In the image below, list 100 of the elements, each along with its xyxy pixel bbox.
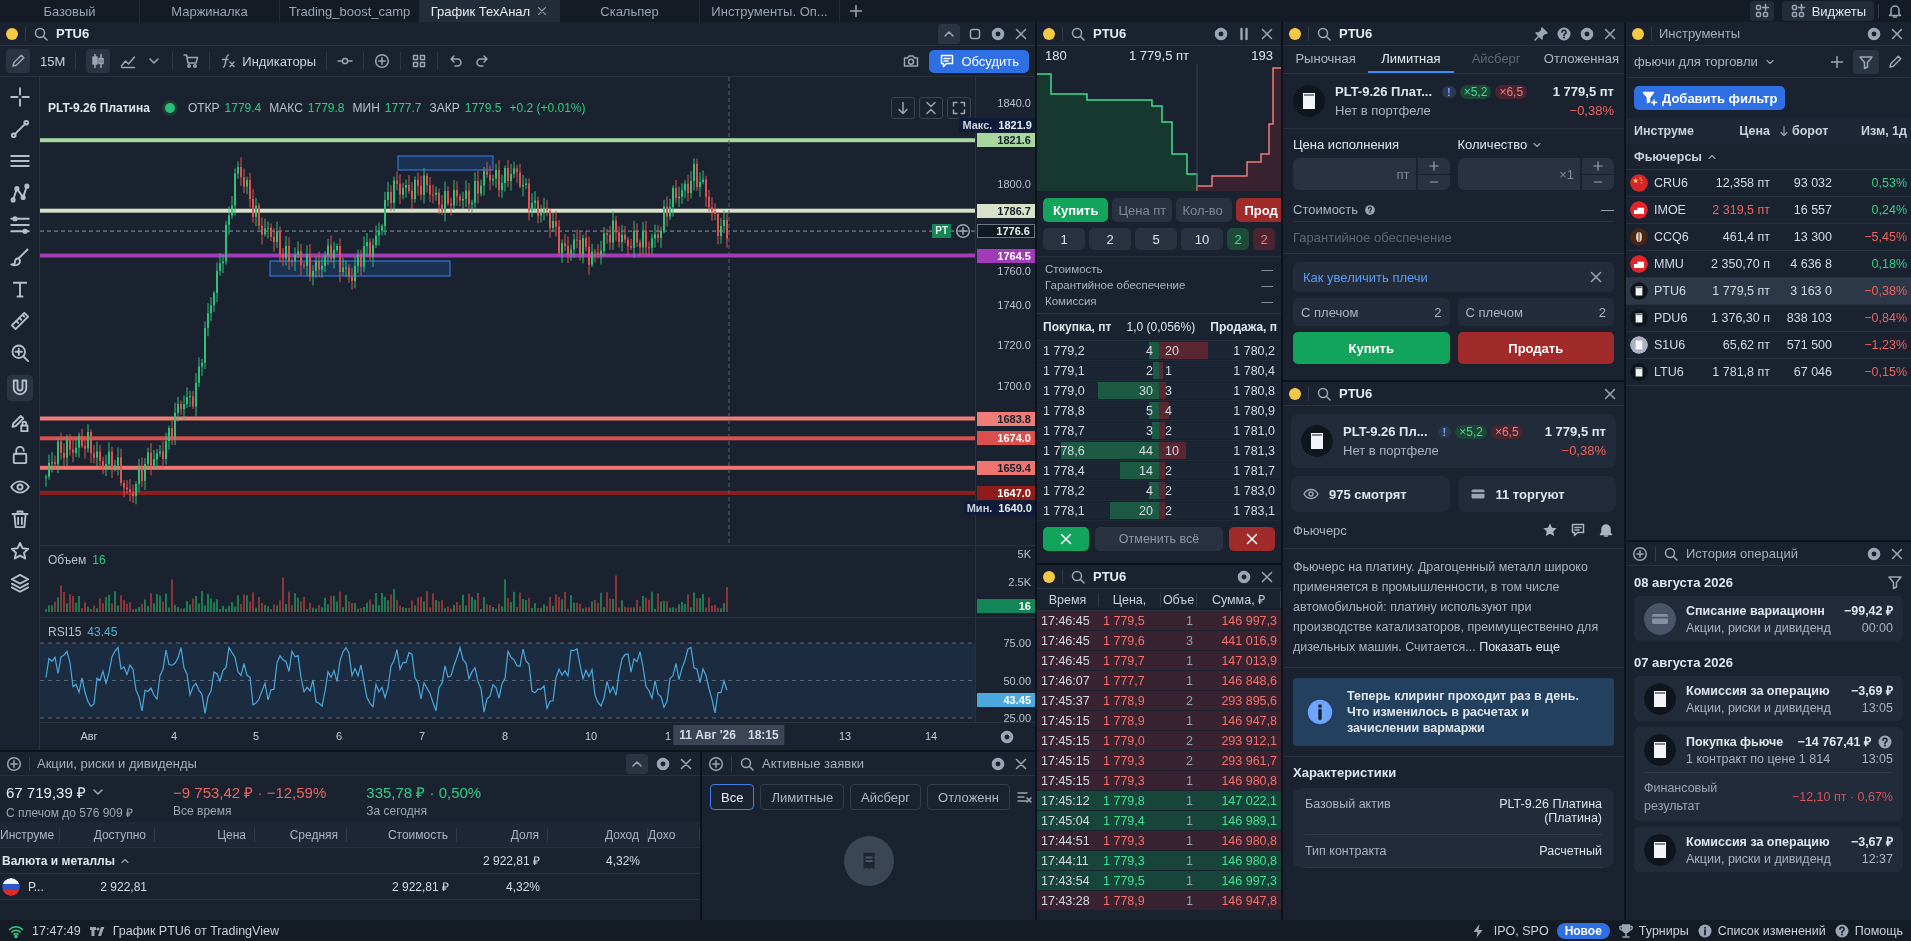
widget-grid-icon[interactable] (1749, 1, 1774, 21)
workspace-tab[interactable]: График ТехАнал (420, 0, 560, 22)
filter-chip[interactable]: Все (710, 784, 755, 810)
tournaments-link[interactable]: Турниры (1617, 922, 1689, 939)
fibonacci-icon[interactable] (9, 215, 30, 235)
add-icon[interactable] (1632, 545, 1648, 562)
search-icon[interactable] (739, 755, 755, 772)
quick-quantity-button[interactable]: 2 (1089, 228, 1131, 250)
settings-icon[interactable] (990, 25, 1006, 42)
sell-count-button[interactable]: 2 (1253, 228, 1275, 250)
collapse-pane-button[interactable] (919, 97, 943, 119)
scroll-down-button[interactable] (891, 97, 915, 119)
order-type-tab[interactable]: Рыночная (1283, 46, 1369, 73)
settings-icon[interactable] (990, 755, 1006, 772)
settings-icon[interactable] (1579, 25, 1595, 42)
quick-quantity-button[interactable]: 5 (1135, 228, 1177, 250)
ruler-icon[interactable] (9, 311, 30, 331)
add-icon[interactable] (708, 755, 724, 772)
star-icon[interactable] (9, 541, 30, 561)
indicators-button[interactable]: Индикаторы (220, 53, 317, 69)
fullscreen-button[interactable] (947, 97, 971, 119)
order-type-tab[interactable]: Отложенная (1538, 46, 1624, 73)
settings-icon[interactable] (655, 755, 671, 772)
filter-chip[interactable]: Айсберг (850, 784, 922, 810)
decrease-button[interactable] (1417, 174, 1450, 190)
position-tag[interactable]: PT (932, 224, 951, 239)
help-icon[interactable] (1877, 733, 1893, 750)
trend-line-icon[interactable] (9, 119, 30, 139)
add-icon[interactable] (6, 755, 22, 772)
discuss-button[interactable]: Обсудить (929, 49, 1029, 73)
axis-settings-icon[interactable] (999, 729, 1015, 745)
search-icon[interactable] (1663, 545, 1679, 562)
watchlist-dropdown[interactable]: фьючи для торговли (1634, 54, 1776, 69)
price-input[interactable]: Цена пт (1112, 198, 1173, 222)
instrument-row[interactable]: CRU6 12,358 пт 93 032 0,53% (1626, 170, 1911, 197)
notifications-icon[interactable] (1887, 3, 1903, 19)
settings-icon[interactable] (1866, 25, 1882, 42)
search-icon[interactable] (1070, 25, 1086, 42)
execution-price-input[interactable]: пт (1293, 158, 1416, 190)
decrease-button[interactable] (1582, 174, 1614, 190)
link-color-dot[interactable] (1632, 27, 1644, 40)
increase-button[interactable] (1417, 158, 1450, 174)
layers-icon[interactable] (9, 573, 30, 593)
candles-button[interactable] (86, 49, 111, 73)
operation-card[interactable]: Списание вариационн −99,42 ₽ Акции, риски и дивиденд 00:00 (1634, 596, 1903, 641)
search-icon[interactable] (1316, 385, 1332, 402)
help-icon[interactable] (1556, 25, 1572, 42)
add-filter-button[interactable]: Добавить фильтр (1634, 86, 1786, 110)
cancel-asks-button[interactable] (1229, 527, 1275, 551)
edit-icon[interactable] (1887, 53, 1903, 70)
cancel-bids-button[interactable] (1043, 527, 1089, 551)
help-icon[interactable] (1364, 203, 1377, 216)
magnet-icon[interactable] (6, 375, 33, 401)
search-icon[interactable] (1070, 568, 1086, 585)
filter-chip[interactable]: Отложенн (927, 784, 1010, 810)
favorite-icon[interactable] (1542, 522, 1558, 538)
add-icon[interactable] (374, 53, 391, 69)
cart-icon[interactable] (183, 53, 200, 69)
order-type-tab[interactable]: Лимитная (1368, 46, 1454, 73)
pattern-icon[interactable] (9, 183, 30, 203)
instrument-row[interactable]: PTU6 1 779,5 пт 3 163 0 −0,38% (1626, 278, 1911, 305)
instrument-row[interactable]: PDU6 1 376,30 п 838 103 −0,84% (1626, 305, 1911, 332)
settings-icon[interactable] (1236, 568, 1252, 585)
area-chart-icon[interactable] (120, 53, 137, 69)
range-box[interactable] (269, 260, 451, 277)
link-color-dot[interactable] (1289, 27, 1301, 40)
search-icon[interactable] (1316, 25, 1332, 42)
crosshair-icon[interactable] (9, 87, 30, 107)
operation-card[interactable]: Покупка фьюче −14 767,41 ₽ 1 контракт по цене 1 814 13:05 Финансовый результат −12,10 пт · 0,67% (1634, 727, 1903, 821)
brush-icon[interactable] (9, 247, 30, 267)
collapse-button[interactable] (626, 753, 648, 774)
filter-icon[interactable] (1887, 574, 1903, 590)
clear-filter-icon[interactable] (1015, 789, 1032, 805)
alert-icon[interactable] (1598, 522, 1614, 538)
instrument-row[interactable]: CCQ6 461,4 пт 13 300 −5,45% (1626, 224, 1911, 251)
layout-grid-icon[interactable] (411, 53, 428, 69)
help-link[interactable]: Помощь (1833, 922, 1903, 939)
settings-icon[interactable] (1866, 545, 1882, 562)
buy-count-button[interactable]: 2 (1227, 228, 1249, 250)
add-order-icon[interactable] (955, 223, 971, 240)
quantity-input[interactable]: Кол-во (1176, 198, 1233, 222)
screenshot-icon[interactable] (903, 53, 920, 69)
instrument-row[interactable]: S1U6 65,62 пт 571 500 −1,23% (1626, 332, 1911, 359)
add-icon[interactable] (1829, 53, 1845, 70)
timeframe-button[interactable]: 15M (40, 53, 66, 69)
quick-quantity-button[interactable]: 1 (1043, 228, 1085, 250)
close-icon[interactable] (536, 5, 549, 17)
link-color-dot[interactable] (1043, 570, 1055, 583)
filter-chip[interactable]: Лимитные (760, 784, 845, 810)
link-color-dot[interactable] (1289, 387, 1301, 400)
sell-button[interactable]: Продать (1457, 332, 1614, 364)
chat-icon[interactable] (1570, 522, 1586, 538)
filter-button[interactable] (1853, 49, 1879, 74)
sell-button[interactable]: Прод (1236, 198, 1281, 222)
settings-icon[interactable] (1213, 25, 1229, 42)
ipo-link[interactable]: IPO, SPO (1493, 923, 1549, 938)
changelog-link[interactable]: Список изменений (1696, 922, 1826, 939)
clearing-banner[interactable]: Теперь клиринг проходит раз в день. Что изменилось в расчетах и зачислении вармаржи (1293, 678, 1614, 746)
drawing-mode-button[interactable] (6, 49, 30, 73)
quantity-input[interactable]: ×1 (1457, 158, 1580, 190)
